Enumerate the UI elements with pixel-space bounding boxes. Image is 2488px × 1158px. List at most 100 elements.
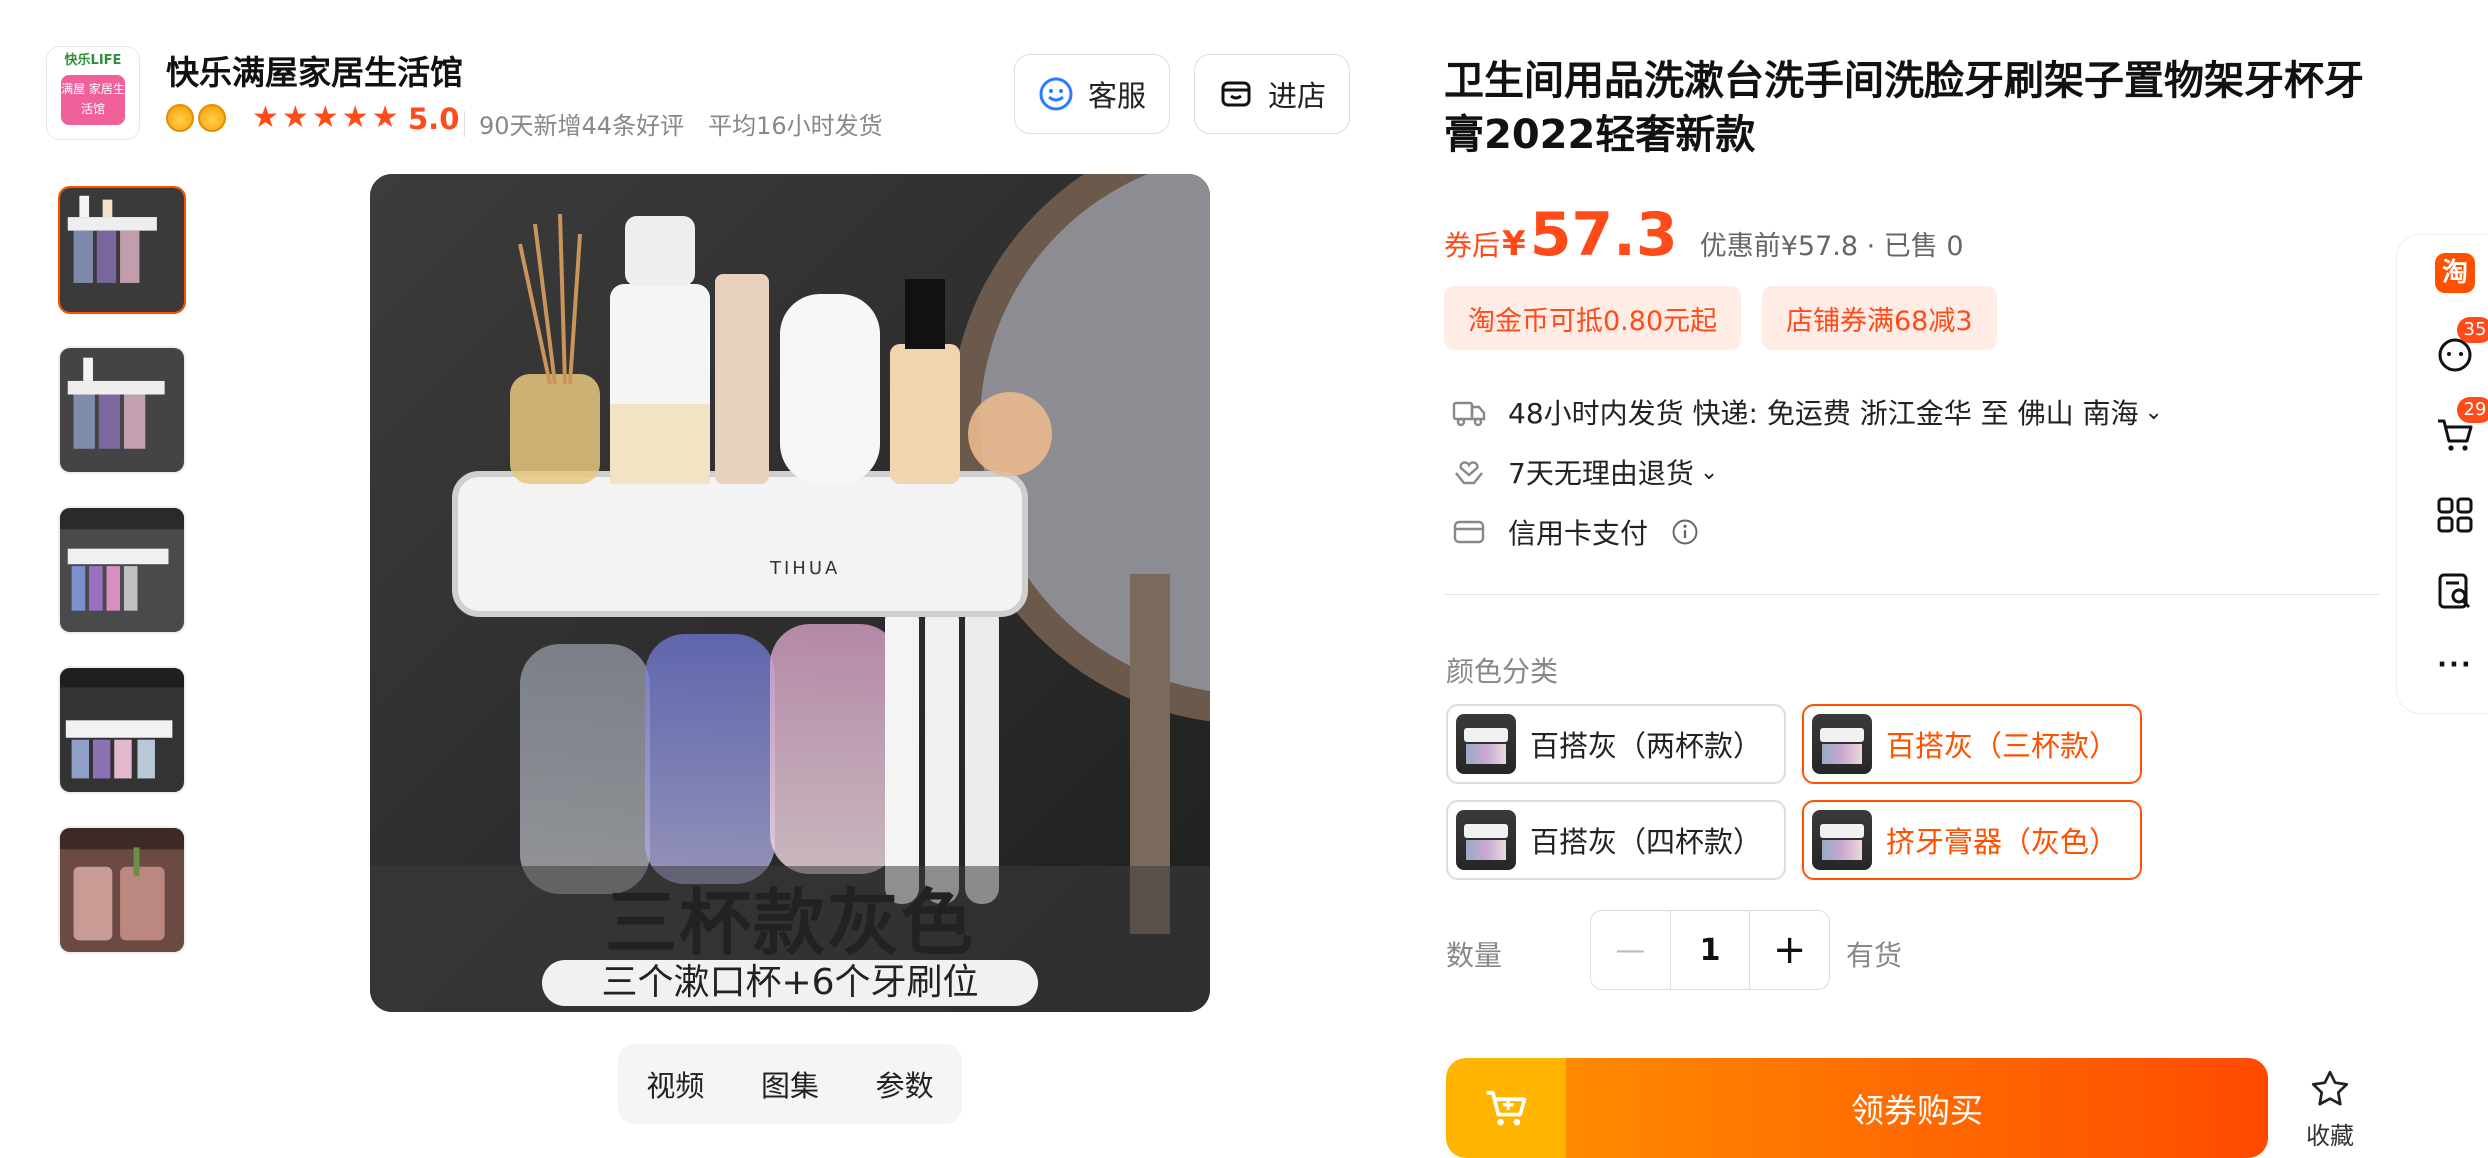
gallery-thumb[interactable] <box>58 346 186 474</box>
taobao-home-icon[interactable]: 淘 <box>2435 253 2475 293</box>
increment-button[interactable]: + <box>1750 911 1829 989</box>
info-icon[interactable] <box>1670 517 1700 547</box>
buy-bar: 领券购买 <box>1446 1058 2268 1158</box>
crown-icon <box>166 104 194 132</box>
sku-option-four-cups[interactable]: 百搭灰（四杯款） <box>1446 800 1786 880</box>
thumb-image <box>60 828 184 952</box>
customer-service-button[interactable]: 客服 <box>1014 54 1170 134</box>
sku-label: 颜色分类 <box>1446 655 1559 688</box>
thumb-image <box>60 188 184 312</box>
star-outline-icon <box>2311 1070 2349 1106</box>
sku-option-three-cups[interactable]: 百搭灰（三杯款） <box>1802 704 2142 784</box>
gallery-thumb[interactable] <box>58 666 186 794</box>
buy-with-coupon-button[interactable]: 领券购买 <box>1566 1058 2268 1158</box>
cart-badge: 29 <box>2457 397 2488 423</box>
thumb-image <box>60 348 184 472</box>
enter-store-button[interactable]: 进店 <box>1194 54 1350 134</box>
star-icon: ★ <box>281 100 309 135</box>
chevron-down-icon[interactable]: ⌄ <box>2144 400 2162 425</box>
stat-new-reviews: 90天新增44条好评 <box>479 112 685 140</box>
add-to-cart-button[interactable] <box>1446 1058 1566 1158</box>
sku-thumb <box>1456 810 1516 870</box>
chevron-down-icon[interactable]: ⌄ <box>1700 460 1718 485</box>
returns-text: 7天无理由退货 <box>1508 457 1694 490</box>
apps-grid-icon[interactable] <box>2435 495 2475 535</box>
price-original: 优惠前¥57.8 · 已售 0 <box>1699 231 1964 262</box>
media-tabs: 视频 图集 参数 <box>618 1044 962 1124</box>
thumb-image <box>60 508 184 632</box>
sku-option-label: 挤牙膏器（灰色） <box>1886 825 2119 859</box>
divider <box>464 110 465 137</box>
sku-option-two-cups[interactable]: 百搭灰（两杯款） <box>1446 704 1786 784</box>
image-caption-sub: 三个漱口杯+6个牙刷位 <box>542 960 1038 1006</box>
credit-card-icon <box>1453 520 1485 544</box>
service-returns: 7天无理由退货 ⌄ <box>1452 452 1718 492</box>
star-icon: ★ <box>311 100 339 135</box>
taobao-glyph: 淘 <box>2435 253 2475 293</box>
stock-status: 有货 <box>1846 939 1903 972</box>
service-payment: 信用卡支付 <box>1452 512 1700 552</box>
price-row: 券后 ¥ 57.3 优惠前¥57.8 · 已售 0 <box>1444 200 1964 270</box>
quantity-input[interactable]: 1 <box>1669 911 1751 989</box>
sku-thumb <box>1456 714 1516 774</box>
right-sidebar: 淘 35 29 ··· <box>2396 234 2488 714</box>
shop-logo[interactable]: 快乐LIFE 满屋 家居生活馆 <box>46 46 140 140</box>
price-currency: ¥ <box>1502 224 1526 264</box>
gallery-thumb[interactable] <box>58 506 186 634</box>
shipping-text: 48小时内发货 快递: 免运费 浙江金华 至 佛山 南海 <box>1508 397 2139 430</box>
sku-option-label: 百搭灰（三杯款） <box>1886 729 2119 763</box>
sku-thumb <box>1812 714 1872 774</box>
stat-ship-time: 平均16小时发货 <box>708 112 883 140</box>
favorite-button[interactable]: 收藏 <box>2300 1068 2360 1151</box>
sku-option-toothpaste-squeezer[interactable]: 挤牙膏器（灰色） <box>1802 800 2142 880</box>
tab-video[interactable]: 视频 <box>646 1063 704 1105</box>
price-prefix: 券后 <box>1444 229 1501 262</box>
image-caption-main: 三杯款灰色 <box>604 881 975 965</box>
more-icon[interactable]: ··· <box>2435 645 2475 685</box>
customer-service-label: 客服 <box>1087 79 1146 113</box>
price-value: 57.3 <box>1529 200 1678 270</box>
doc-search-icon <box>2438 573 2471 609</box>
rating-stars: ★ ★ ★ ★ ★ <box>252 100 399 136</box>
star-icon: ★ <box>252 100 279 135</box>
hands-heart-icon <box>1455 461 1483 485</box>
gallery-thumb[interactable] <box>58 826 186 954</box>
thumb-image <box>60 668 184 792</box>
coupon-store[interactable]: 店铺券满68减3 <box>1762 286 1997 350</box>
sku-option-label: 百搭灰（两杯款） <box>1530 729 1763 763</box>
product-title: 卫生间用品洗漱台洗手间洗脸牙刷架子置物架牙杯牙膏2022轻奢新款 <box>1444 58 2364 158</box>
sku-thumb <box>1812 810 1872 870</box>
shop-level-crowns <box>166 104 226 132</box>
cart-plus-icon <box>1486 1090 1527 1126</box>
main-product-image[interactable]: TIHUA 三杯款灰色 三个漱口杯+6个牙刷位 <box>370 174 1210 1012</box>
rating-score: 5.0 <box>408 102 460 136</box>
sku-option-label: 百搭灰（四杯款） <box>1530 825 1763 859</box>
svg-text:TIHUA: TIHUA <box>769 558 840 579</box>
star-icon: ★ <box>341 100 369 135</box>
star-icon: ★ <box>371 100 399 135</box>
history-search-icon[interactable] <box>2435 571 2475 611</box>
shop-logo-text: 快乐LIFE <box>64 53 122 68</box>
service-shipping: 48小时内发货 快递: 免运费 浙江金华 至 佛山 南海 ⌄ <box>1452 392 2163 432</box>
tab-params[interactable]: 参数 <box>876 1063 934 1105</box>
quantity-stepper: — 1 + <box>1590 910 1830 990</box>
decrement-button[interactable]: — <box>1591 911 1670 989</box>
quantity-label: 数量 <box>1446 939 1503 972</box>
messages-badge: 35 <box>2457 317 2488 343</box>
gallery-thumb[interactable] <box>58 186 186 314</box>
chat-smile-icon <box>1039 77 1073 111</box>
coupon-taojinbi[interactable]: 淘金币可抵0.80元起 <box>1444 286 1742 350</box>
crown-icon <box>198 104 226 132</box>
cart-icon[interactable]: 29 <box>2435 397 2488 455</box>
store-icon <box>1221 81 1251 107</box>
shop-logo-badge: 满屋 家居生活馆 <box>61 75 125 125</box>
shop-stats: 90天新增44条好评 平均16小时发货 <box>464 106 883 141</box>
truck-icon <box>1452 401 1486 427</box>
payment-text: 信用卡支付 <box>1508 517 1649 550</box>
messages-icon[interactable]: 35 <box>2435 317 2488 375</box>
favorite-label: 收藏 <box>2306 1122 2354 1150</box>
shop-name[interactable]: 快乐满屋家居生活馆 <box>166 46 463 94</box>
grid-icon <box>2437 497 2473 533</box>
tab-gallery[interactable]: 图集 <box>761 1063 819 1105</box>
enter-store-label: 进店 <box>1267 79 1326 113</box>
